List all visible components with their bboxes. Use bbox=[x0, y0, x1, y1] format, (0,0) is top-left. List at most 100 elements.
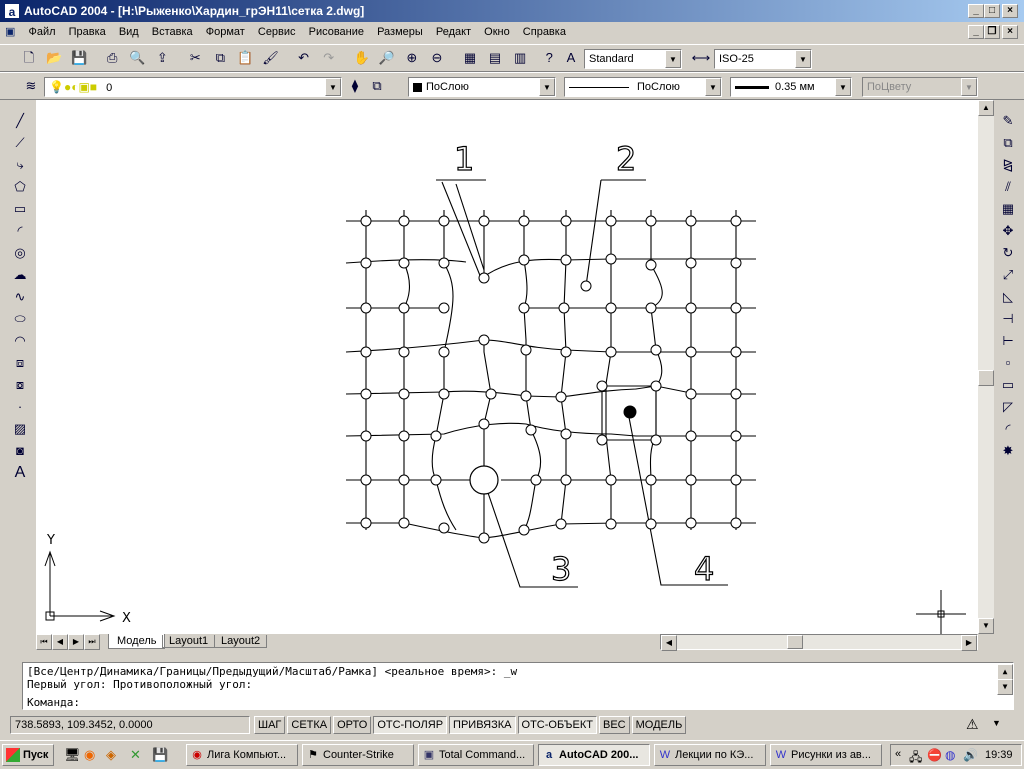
media-icon[interactable]: ✕ bbox=[130, 747, 141, 763]
paste-icon[interactable]: 📋 bbox=[235, 47, 257, 69]
point-icon[interactable]: · bbox=[8, 396, 32, 418]
zoom-window-icon[interactable]: ⊕ bbox=[401, 47, 423, 69]
comm-center-icon[interactable]: ⚠ bbox=[966, 716, 979, 733]
ortho-button[interactable]: ОРТО bbox=[333, 716, 372, 734]
save-icon[interactable]: 💾 bbox=[152, 747, 168, 763]
fillet-icon[interactable]: ◜ bbox=[996, 418, 1020, 440]
revcloud-icon[interactable]: ☁ bbox=[8, 264, 32, 286]
trim-icon[interactable]: ⊣ bbox=[996, 308, 1020, 330]
move-icon[interactable]: ✥ bbox=[996, 220, 1020, 242]
doc-minimize-icon[interactable]: _ bbox=[968, 25, 984, 39]
designcenter-icon[interactable]: ▤ bbox=[484, 47, 506, 69]
tray-stop-icon[interactable]: ⛔ bbox=[927, 748, 942, 762]
menu-tools[interactable]: Сервис bbox=[253, 23, 301, 41]
grid-button[interactable]: СЕТКА bbox=[287, 716, 332, 734]
explode-icon[interactable]: ✸ bbox=[996, 440, 1020, 462]
chevron-down-icon[interactable]: ▼ bbox=[795, 50, 811, 68]
start-button[interactable]: Пуск bbox=[2, 744, 54, 766]
ellipse-icon[interactable]: ⬭ bbox=[8, 308, 32, 330]
scroll-right-icon[interactable]: ▶ bbox=[961, 635, 977, 651]
copy-icon[interactable]: ⧉ bbox=[209, 47, 231, 69]
menu-file[interactable]: Файл bbox=[23, 23, 60, 41]
tray-network-icon[interactable]: 🖧 bbox=[909, 748, 922, 769]
toolpalettes-icon[interactable]: ▥ bbox=[509, 47, 531, 69]
otrack-button[interactable]: ОТС-ОБЪЕКТ bbox=[517, 716, 597, 734]
model-button[interactable]: МОДЕЛЬ bbox=[631, 716, 687, 734]
zoom-previous-icon[interactable]: ⊖ bbox=[426, 47, 448, 69]
task-liga[interactable]: ◉ Лига Компьют... bbox=[186, 744, 298, 766]
osnap-button[interactable]: ПРИВЯЗКА bbox=[449, 716, 516, 734]
chevron-down-icon[interactable]: ▼ bbox=[835, 78, 851, 96]
chevron-down-icon[interactable]: ▼ bbox=[705, 78, 721, 96]
menu-dimension[interactable]: Размеры bbox=[372, 23, 428, 41]
tray-lang-icon[interactable]: ◍ bbox=[945, 748, 955, 762]
stretch-icon[interactable]: ◺ bbox=[996, 286, 1020, 308]
command-window[interactable]: [Все/Центр/Динамика/Границы/Предыдущий/М… bbox=[22, 662, 1014, 710]
arc-icon[interactable]: ◜ bbox=[8, 220, 32, 242]
menu-view[interactable]: Вид bbox=[114, 23, 144, 41]
desktop-icon[interactable]: 🖥 bbox=[64, 747, 81, 763]
lwt-button[interactable]: ВЕС bbox=[598, 716, 630, 734]
mtext-icon[interactable]: A bbox=[8, 462, 32, 484]
insert-block-icon[interactable]: ⧈ bbox=[8, 352, 32, 374]
publish-icon[interactable]: ⇪ bbox=[151, 47, 173, 69]
chamfer-icon[interactable]: ◸ bbox=[996, 396, 1020, 418]
hscroll-thumb[interactable] bbox=[787, 635, 803, 649]
polar-button[interactable]: ОТС-ПОЛЯР bbox=[373, 716, 448, 734]
chevron-down-icon[interactable]: ▼ bbox=[539, 78, 555, 96]
task-lekcii[interactable]: W Лекции по КЭ... bbox=[654, 744, 766, 766]
task-totalcmd[interactable]: ▣ Total Command... bbox=[418, 744, 534, 766]
pan-icon[interactable]: ✋ bbox=[351, 47, 373, 69]
new-icon[interactable]: 🗋 bbox=[18, 47, 40, 69]
first-tab-icon[interactable]: ⏮ bbox=[36, 634, 52, 650]
scale-icon[interactable]: ⤢ bbox=[996, 264, 1020, 286]
menu-format[interactable]: Формат bbox=[201, 23, 250, 41]
chevron-down-icon[interactable]: ▼ bbox=[665, 50, 681, 68]
autocad-app-icon[interactable]: a bbox=[4, 3, 20, 19]
close-icon[interactable]: × bbox=[1002, 4, 1018, 18]
cmd-scroll-down-icon[interactable]: ▼ bbox=[997, 679, 1013, 695]
redo-icon[interactable]: ↷ bbox=[318, 47, 340, 69]
status-menu-icon[interactable]: ▼ bbox=[992, 718, 1001, 728]
cut-icon[interactable]: ✂ bbox=[184, 47, 206, 69]
prev-tab-icon[interactable]: ◀ bbox=[52, 634, 68, 650]
mirror-icon[interactable]: ⧎ bbox=[996, 154, 1020, 176]
chevron-down-icon[interactable]: ▼ bbox=[325, 78, 341, 96]
scroll-up-icon[interactable]: ▲ bbox=[978, 100, 994, 116]
rectangle-icon[interactable]: ▭ bbox=[8, 198, 32, 220]
menu-draw[interactable]: Рисование bbox=[304, 23, 369, 41]
coordinates-display[interactable]: 738.5893, 109.3452, 0.0000 bbox=[10, 716, 250, 734]
polygon-icon[interactable]: ⬠ bbox=[8, 176, 32, 198]
copy-object-icon[interactable]: ⧉ bbox=[996, 132, 1020, 154]
lineweight-select[interactable]: 0.35 мм ▼ bbox=[730, 77, 852, 97]
array-icon[interactable]: ▦ bbox=[996, 198, 1020, 220]
doc-icon[interactable]: ▣ bbox=[0, 22, 20, 41]
horizontal-scrollbar[interactable]: ◀ ▶ bbox=[660, 634, 978, 651]
doc-restore-icon[interactable]: ❐ bbox=[984, 25, 1000, 39]
snap-button[interactable]: ШАГ bbox=[254, 716, 286, 734]
zoom-realtime-icon[interactable]: 🔎 bbox=[376, 47, 398, 69]
line-icon[interactable]: ╱ bbox=[8, 110, 32, 132]
menu-window[interactable]: Окно bbox=[479, 23, 515, 41]
help-icon[interactable]: ? bbox=[538, 47, 560, 69]
tab-model[interactable]: Модель bbox=[108, 634, 166, 649]
layer-manager-icon[interactable]: ≋ bbox=[20, 75, 42, 97]
scroll-left-icon[interactable]: ◀ bbox=[661, 635, 677, 651]
command-prompt[interactable]: Команда: bbox=[27, 696, 80, 709]
minimize-icon[interactable]: _ bbox=[968, 4, 984, 18]
next-tab-icon[interactable]: ▶ bbox=[68, 634, 84, 650]
dim-style-select[interactable]: ISO-25 ▼ bbox=[714, 49, 812, 69]
tab-layout1[interactable]: Layout1 bbox=[162, 635, 216, 648]
polyline-icon[interactable]: ⤷ bbox=[8, 154, 32, 176]
maximize-icon[interactable]: □ bbox=[984, 4, 1000, 18]
circle-icon[interactable]: ◎ bbox=[8, 242, 32, 264]
layer-previous-icon[interactable]: ⧉ bbox=[366, 75, 388, 97]
erase-icon[interactable]: ✎ bbox=[996, 110, 1020, 132]
plot-icon[interactable]: ⎙ bbox=[101, 47, 123, 69]
break-point-icon[interactable]: ▫ bbox=[996, 352, 1020, 374]
doc-close-icon[interactable]: × bbox=[1002, 25, 1018, 39]
scroll-down-icon[interactable]: ▼ bbox=[978, 618, 994, 634]
make-block-icon[interactable]: ⧇ bbox=[8, 374, 32, 396]
browser-icon[interactable]: ◉ bbox=[84, 747, 95, 763]
menu-insert[interactable]: Вставка bbox=[147, 23, 198, 41]
